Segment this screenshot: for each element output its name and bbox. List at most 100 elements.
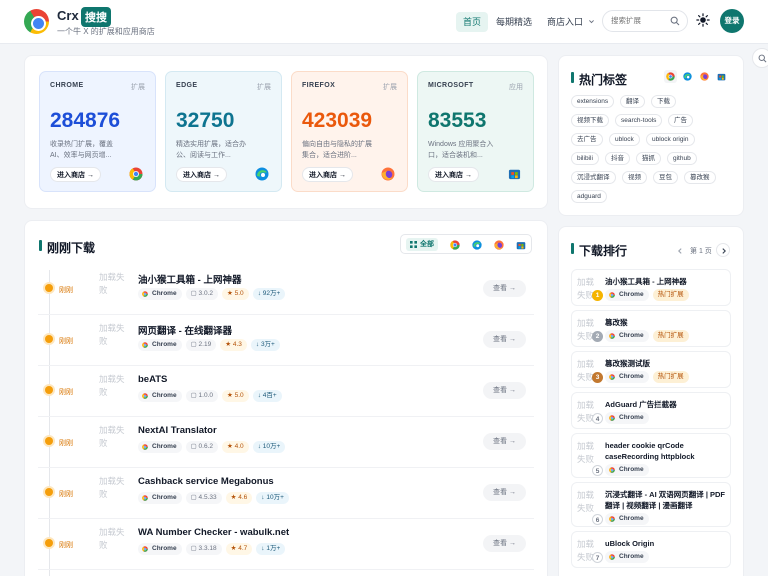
prev-page-button[interactable] xyxy=(672,243,686,257)
nav-store-entry[interactable]: 商店入口 xyxy=(540,12,602,32)
brand-name[interactable]: Crx xyxy=(57,8,79,23)
hot-tag[interactable]: 猫抓 xyxy=(636,152,661,165)
search-icon[interactable] xyxy=(670,16,680,26)
downloads-chip: ↓ 4百+ xyxy=(252,390,282,402)
hot-tag[interactable]: 篡改猴 xyxy=(684,171,716,184)
view-button[interactable]: 查看 → xyxy=(483,433,526,450)
extension-title[interactable]: 网页翻译 - 在线翻译器 xyxy=(138,323,232,337)
extension-title[interactable]: 油小猴工具箱 - 上网神器 xyxy=(605,276,727,287)
ranking-item[interactable]: 加载失败 4 AdGuard 广告拦截器 Chrome xyxy=(571,392,731,429)
extension-thumbnail: 加载失败 xyxy=(99,527,125,550)
extension-title[interactable]: 沉浸式翻译 - AI 双语网页翻译 | PDF翻译 | 视频翻译 | 漫画翻译 xyxy=(605,489,727,511)
enter-store-label: 进入商店 xyxy=(57,172,85,179)
view-button[interactable]: 查看 → xyxy=(483,535,526,552)
recent-item[interactable]: 刚刚 加载失败 Cashback service Megabonus Chrome ▢ … xyxy=(38,468,534,519)
package-icon: ▢ xyxy=(190,341,197,348)
chevron-down-icon xyxy=(588,20,594,24)
store-card-chrome[interactable]: CHROME 扩展 284876 收录热门扩展，覆盖 AI、效率与网页增... … xyxy=(39,71,156,192)
view-button[interactable]: 查看 → xyxy=(483,484,526,501)
hot-tag[interactable]: extensions xyxy=(571,95,615,108)
arrow-right-icon: → xyxy=(509,540,516,547)
star-icon: ★ xyxy=(230,494,237,501)
hot-tag[interactable]: 广告 xyxy=(668,114,693,127)
rank-number: 6 xyxy=(592,514,603,525)
enter-store-button[interactable]: 进入商店 → xyxy=(428,167,479,182)
microsoft-tag-filter[interactable] xyxy=(715,70,728,83)
ranking-item[interactable]: 加载失败 6 沉浸式翻译 - AI 双语网页翻译 | PDF翻译 | 视频翻译 | … xyxy=(571,482,731,527)
extension-title[interactable]: uBlock Origin xyxy=(605,538,727,549)
store-card-microsoft[interactable]: MICROSOFT 应用 83553 Windows 应用聚合入口，适合装机和.… xyxy=(417,71,534,192)
hot-tag[interactable]: 视频 xyxy=(622,171,647,184)
store-card-firefox[interactable]: FIREFOX 扩展 423039 偏向自由与隐私的扩展集合，适合进阶... 进… xyxy=(291,71,408,192)
extension-title[interactable]: beATS xyxy=(138,374,167,385)
login-button[interactable]: 登录 xyxy=(720,9,744,33)
chrome-filter-icon[interactable] xyxy=(450,240,460,250)
nav-featured[interactable]: 每期精选 xyxy=(489,12,539,32)
view-button[interactable]: 查看 → xyxy=(483,382,526,399)
extension-title[interactable]: Cashback service Megabonus xyxy=(138,476,274,487)
recent-item[interactable]: 刚刚 加载失败 WA Number Checker - wabulk.net Chro… xyxy=(38,519,534,570)
hot-tag[interactable]: 沉浸式翻译 xyxy=(571,171,616,184)
extension-meta: Chrome ▢ 0.6.2 ★ 4.0 ↓ 10万+ xyxy=(138,441,289,454)
next-page-button[interactable] xyxy=(716,243,730,257)
hot-tag[interactable]: 视频下载 xyxy=(571,114,609,127)
browser-chip: Chrome xyxy=(605,412,649,424)
ranking-item[interactable]: 加载失败 3 篡改猴测试版 Chrome 热门扩展 xyxy=(571,351,731,388)
chrome-logo-icon[interactable] xyxy=(24,9,49,34)
extension-title[interactable]: NextAI Translator xyxy=(138,425,217,436)
extension-title[interactable]: AdGuard 广告拦截器 xyxy=(605,399,727,410)
enter-store-button[interactable]: 进入商店 → xyxy=(302,167,353,182)
extension-title[interactable]: header cookie qrCode caseRecording httpb… xyxy=(605,440,727,462)
view-button[interactable]: 查看 → xyxy=(483,280,526,297)
store-card-edge[interactable]: EDGE 扩展 32750 精选实用扩展，适合办公、阅读与工作... 进入商店 … xyxy=(165,71,282,192)
edge-tag-filter[interactable] xyxy=(681,70,694,83)
brand-badge[interactable]: 搜搜 xyxy=(81,7,111,27)
edge-filter-icon[interactable] xyxy=(472,240,482,250)
extension-title[interactable]: WA Number Checker - wabulk.net xyxy=(138,527,289,538)
enter-store-button[interactable]: 进入商店 → xyxy=(176,167,227,182)
recent-item[interactable]: 刚刚 加载失败 油小猴工具箱 - 上网神器 Chrome ▢ 3.0.2 ★ 5.0 ↓ 9… xyxy=(38,264,534,315)
browser-label: Chrome xyxy=(152,341,177,348)
extension-title[interactable]: 油小猴工具箱 - 上网神器 xyxy=(138,272,241,286)
firefox-filter-icon[interactable] xyxy=(494,240,504,250)
enter-store-button[interactable]: 进入商店 → xyxy=(50,167,101,182)
extension-thumbnail: 加载失败 xyxy=(99,476,125,499)
ranking-title: 下载排行 xyxy=(571,242,627,259)
hot-tag[interactable]: bilibili xyxy=(571,152,599,165)
view-button[interactable]: 查看 → xyxy=(483,331,526,348)
hot-tag[interactable]: adguard xyxy=(571,190,607,203)
chrome-tag-filter[interactable] xyxy=(664,70,677,83)
hot-tag[interactable]: 翻译 xyxy=(620,95,645,108)
star-icon: ★ xyxy=(230,545,237,552)
chrome-icon xyxy=(142,393,148,399)
time-badge: 刚刚 xyxy=(59,338,73,345)
hot-tag[interactable]: 豆包 xyxy=(653,171,678,184)
microsoft-filter-icon[interactable] xyxy=(516,240,526,250)
filter-all-button[interactable]: 全部 xyxy=(406,238,438,251)
hot-tag[interactable]: ublock xyxy=(609,133,640,146)
hot-tag[interactable]: ublock origin xyxy=(646,133,695,146)
recent-item[interactable]: 刚刚 加载失败 网页翻译 - 在线翻译器 Chrome ▢ 2.19 ★ 4.3 ↓ 3万+… xyxy=(38,315,534,366)
theme-toggle-sun-icon[interactable] xyxy=(696,13,710,27)
browser-chip: Chrome xyxy=(138,288,182,300)
ranking-item[interactable]: 加载失败 2 篡改猴 Chrome 热门扩展 xyxy=(571,310,731,347)
chrome-icon xyxy=(609,516,615,522)
search-input[interactable] xyxy=(611,16,671,25)
recent-item[interactable]: 刚刚 加载失败 beATS Chrome ▢ 1.0.0 ★ 5.0 ↓ 4百+ 查看 → xyxy=(38,366,534,417)
firefox-tag-filter[interactable] xyxy=(698,70,711,83)
ranking-item[interactable]: 加载失败 5 header cookie qrCode caseRecording … xyxy=(571,433,731,478)
hot-tag[interactable]: 下载 xyxy=(651,95,676,108)
browser-label: Chrome xyxy=(152,290,177,297)
extension-title[interactable]: 篡改猴 xyxy=(605,317,727,328)
hot-tag[interactable]: 去广告 xyxy=(571,133,603,146)
hot-tag[interactable]: github xyxy=(667,152,697,165)
ranking-item[interactable]: 加载失败 7 uBlock Origin Chrome xyxy=(571,531,731,568)
nav-home[interactable]: 首页 xyxy=(456,12,489,32)
ranking-item[interactable]: 加载失败 1 油小猴工具箱 - 上网神器 Chrome 热门扩展 xyxy=(571,269,731,306)
floating-search-button[interactable] xyxy=(752,48,768,68)
recent-item[interactable]: 刚刚 加载失败 NextAI Translator Chrome ▢ 0.6.2 ★ 4.… xyxy=(38,417,534,468)
extension-title[interactable]: 篡改猴测试版 xyxy=(605,358,727,369)
hot-tag[interactable]: search-tools xyxy=(615,114,663,127)
search-box[interactable] xyxy=(602,10,688,32)
hot-tag[interactable]: 抖音 xyxy=(605,152,630,165)
